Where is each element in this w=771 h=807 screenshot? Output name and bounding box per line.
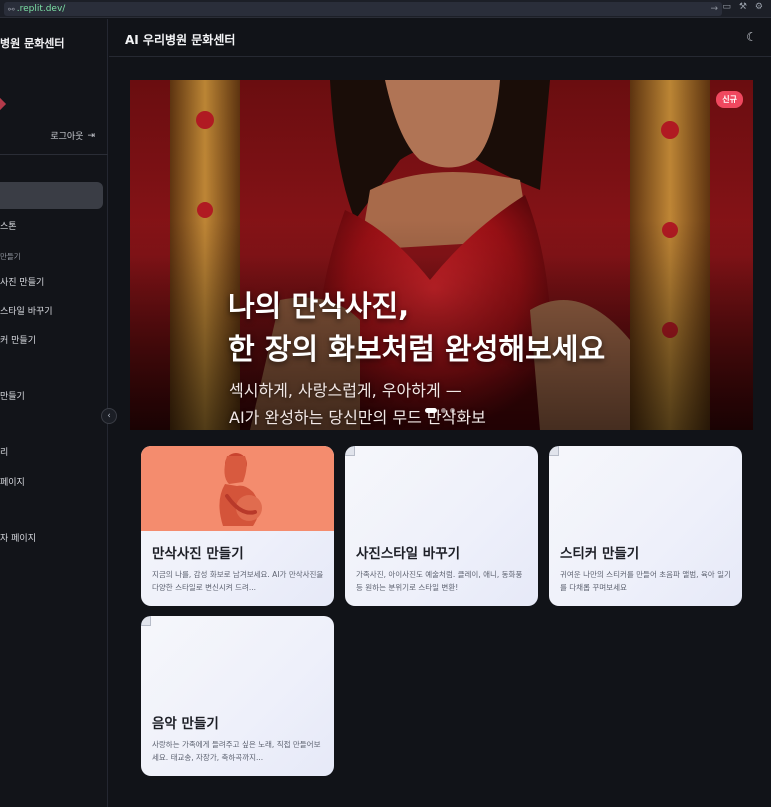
logout-icon: ⇥	[87, 130, 95, 141]
card-thumbnail	[141, 446, 334, 531]
sidebar-item-music[interactable]: 만들기	[0, 389, 25, 402]
hero-headline-line2: 한 장의 화보처럼 완성해보세요	[228, 332, 606, 366]
card-title: 음악 만들기	[152, 716, 219, 732]
new-badge: 신규	[716, 91, 743, 108]
logout-label: 로그아웃	[50, 132, 84, 142]
hero-banner[interactable]: 신규 나의 만삭사진, 한 장의 화보처럼 완성해보세요 섹시하게, 사랑스럽게…	[130, 80, 753, 430]
sidebar-item-admin-page[interactable]: 자 페이지	[0, 531, 36, 544]
url-host: .replit.dev/	[16, 4, 66, 14]
screen-icon[interactable]: ▭	[722, 2, 731, 12]
pregnant-woman-icon	[219, 453, 262, 526]
card-title: 만삭사진 만들기	[152, 546, 244, 562]
broken-image-icon	[141, 616, 151, 626]
broken-image-icon	[345, 446, 355, 456]
sidebar-item-my-page[interactable]: 페이지	[0, 475, 25, 488]
app-header: AI 우리병원 문화센터 ☾	[109, 19, 771, 57]
sidebar: 병원 문화센터 로그아웃 ⇥ 스톤 만들기 사진 만들기 스타일 바꾸기 커 만…	[0, 19, 108, 807]
card-music[interactable]: 음악 만들기 사랑하는 가족에게 들려주고 싶은 노래, 직접 만들어보세요. …	[141, 616, 334, 776]
sidebar-section-create: 만들기	[0, 252, 21, 261]
carousel-dot[interactable]	[450, 408, 455, 413]
card-description: 가족사진, 아이사진도 예술처럼. 클레이, 애니, 동화풍 등 원하는 분위기…	[356, 570, 523, 592]
sidebar-item-home[interactable]	[0, 182, 103, 209]
go-arrow-icon[interactable]: →	[710, 4, 718, 14]
link-icon: ⚯	[8, 4, 15, 14]
wrench-icon[interactable]: ⚒	[739, 2, 747, 12]
hero-headline: 나의 만삭사진, 한 장의 화보처럼 완성해보세요	[228, 285, 605, 371]
card-description: 지금의 나를, 감성 화보로 남겨보세요. AI가 만삭사진을 다양한 스타일로…	[152, 570, 324, 592]
card-maternity-photo[interactable]: 만삭사진 만들기 지금의 나를, 감성 화보로 남겨보세요. AI가 만삭사진을…	[141, 446, 334, 606]
card-sticker[interactable]: 스티커 만들기 귀여운 나만의 스티커를 만들어 초음파 앨범, 육아 일기를 …	[549, 446, 742, 606]
hero-subtitle-line1: 섹시하게, 사랑스럽게, 우아하게 —	[229, 381, 462, 400]
sidebar-title: 병원 문화센터	[0, 37, 65, 50]
sidebar-collapse-button[interactable]: ‹	[101, 408, 117, 424]
sidebar-item-style-change[interactable]: 스타일 바꾸기	[0, 304, 53, 317]
sidebar-item-manage[interactable]: 리	[0, 445, 8, 458]
browser-address-bar: ⚯ .replit.dev/ → ▭ ⚒ ⚙	[0, 0, 771, 18]
gear-icon[interactable]: ⚙	[755, 2, 763, 12]
card-style-change[interactable]: 사진스타일 바꾸기 가족사진, 아이사진도 예술처럼. 클레이, 애니, 동화풍…	[345, 446, 538, 606]
page-title: AI 우리병원 문화센터	[125, 33, 236, 47]
sidebar-item-milestone[interactable]: 스톤	[0, 219, 17, 232]
sidebar-item-sticker[interactable]: 커 만들기	[0, 333, 36, 346]
logout-button[interactable]: 로그아웃 ⇥	[50, 129, 95, 143]
card-title: 사진스타일 바꾸기	[356, 546, 461, 562]
sidebar-divider	[0, 154, 108, 155]
hero-headline-line1: 나의 만삭사진,	[228, 289, 410, 323]
card-description: 사랑하는 가족에게 들려주고 싶은 노래, 직접 만들어보세요. 태교송, 자장…	[152, 740, 321, 762]
avatar	[0, 96, 7, 112]
carousel-dot[interactable]	[425, 408, 437, 413]
card-title: 스티커 만들기	[560, 546, 640, 562]
sidebar-item-maternity-photo[interactable]: 사진 만들기	[0, 275, 44, 288]
browser-toolbar: ▭ ⚒ ⚙	[722, 2, 763, 12]
carousel-dot[interactable]	[441, 408, 446, 413]
hero-subtitle: 섹시하게, 사랑스럽게, 우아하게 — AI가 완성하는 당신만의 무드 만삭화…	[229, 377, 486, 430]
card-description: 귀여운 나만의 스티커를 만들어 초음파 앨범, 육아 일기를 다채롭 꾸며보세…	[560, 570, 731, 592]
broken-image-icon	[549, 446, 559, 456]
moon-icon[interactable]: ☾	[746, 30, 757, 44]
carousel-dots	[425, 408, 455, 413]
url-field[interactable]: ⚯ .replit.dev/ →	[4, 2, 722, 16]
